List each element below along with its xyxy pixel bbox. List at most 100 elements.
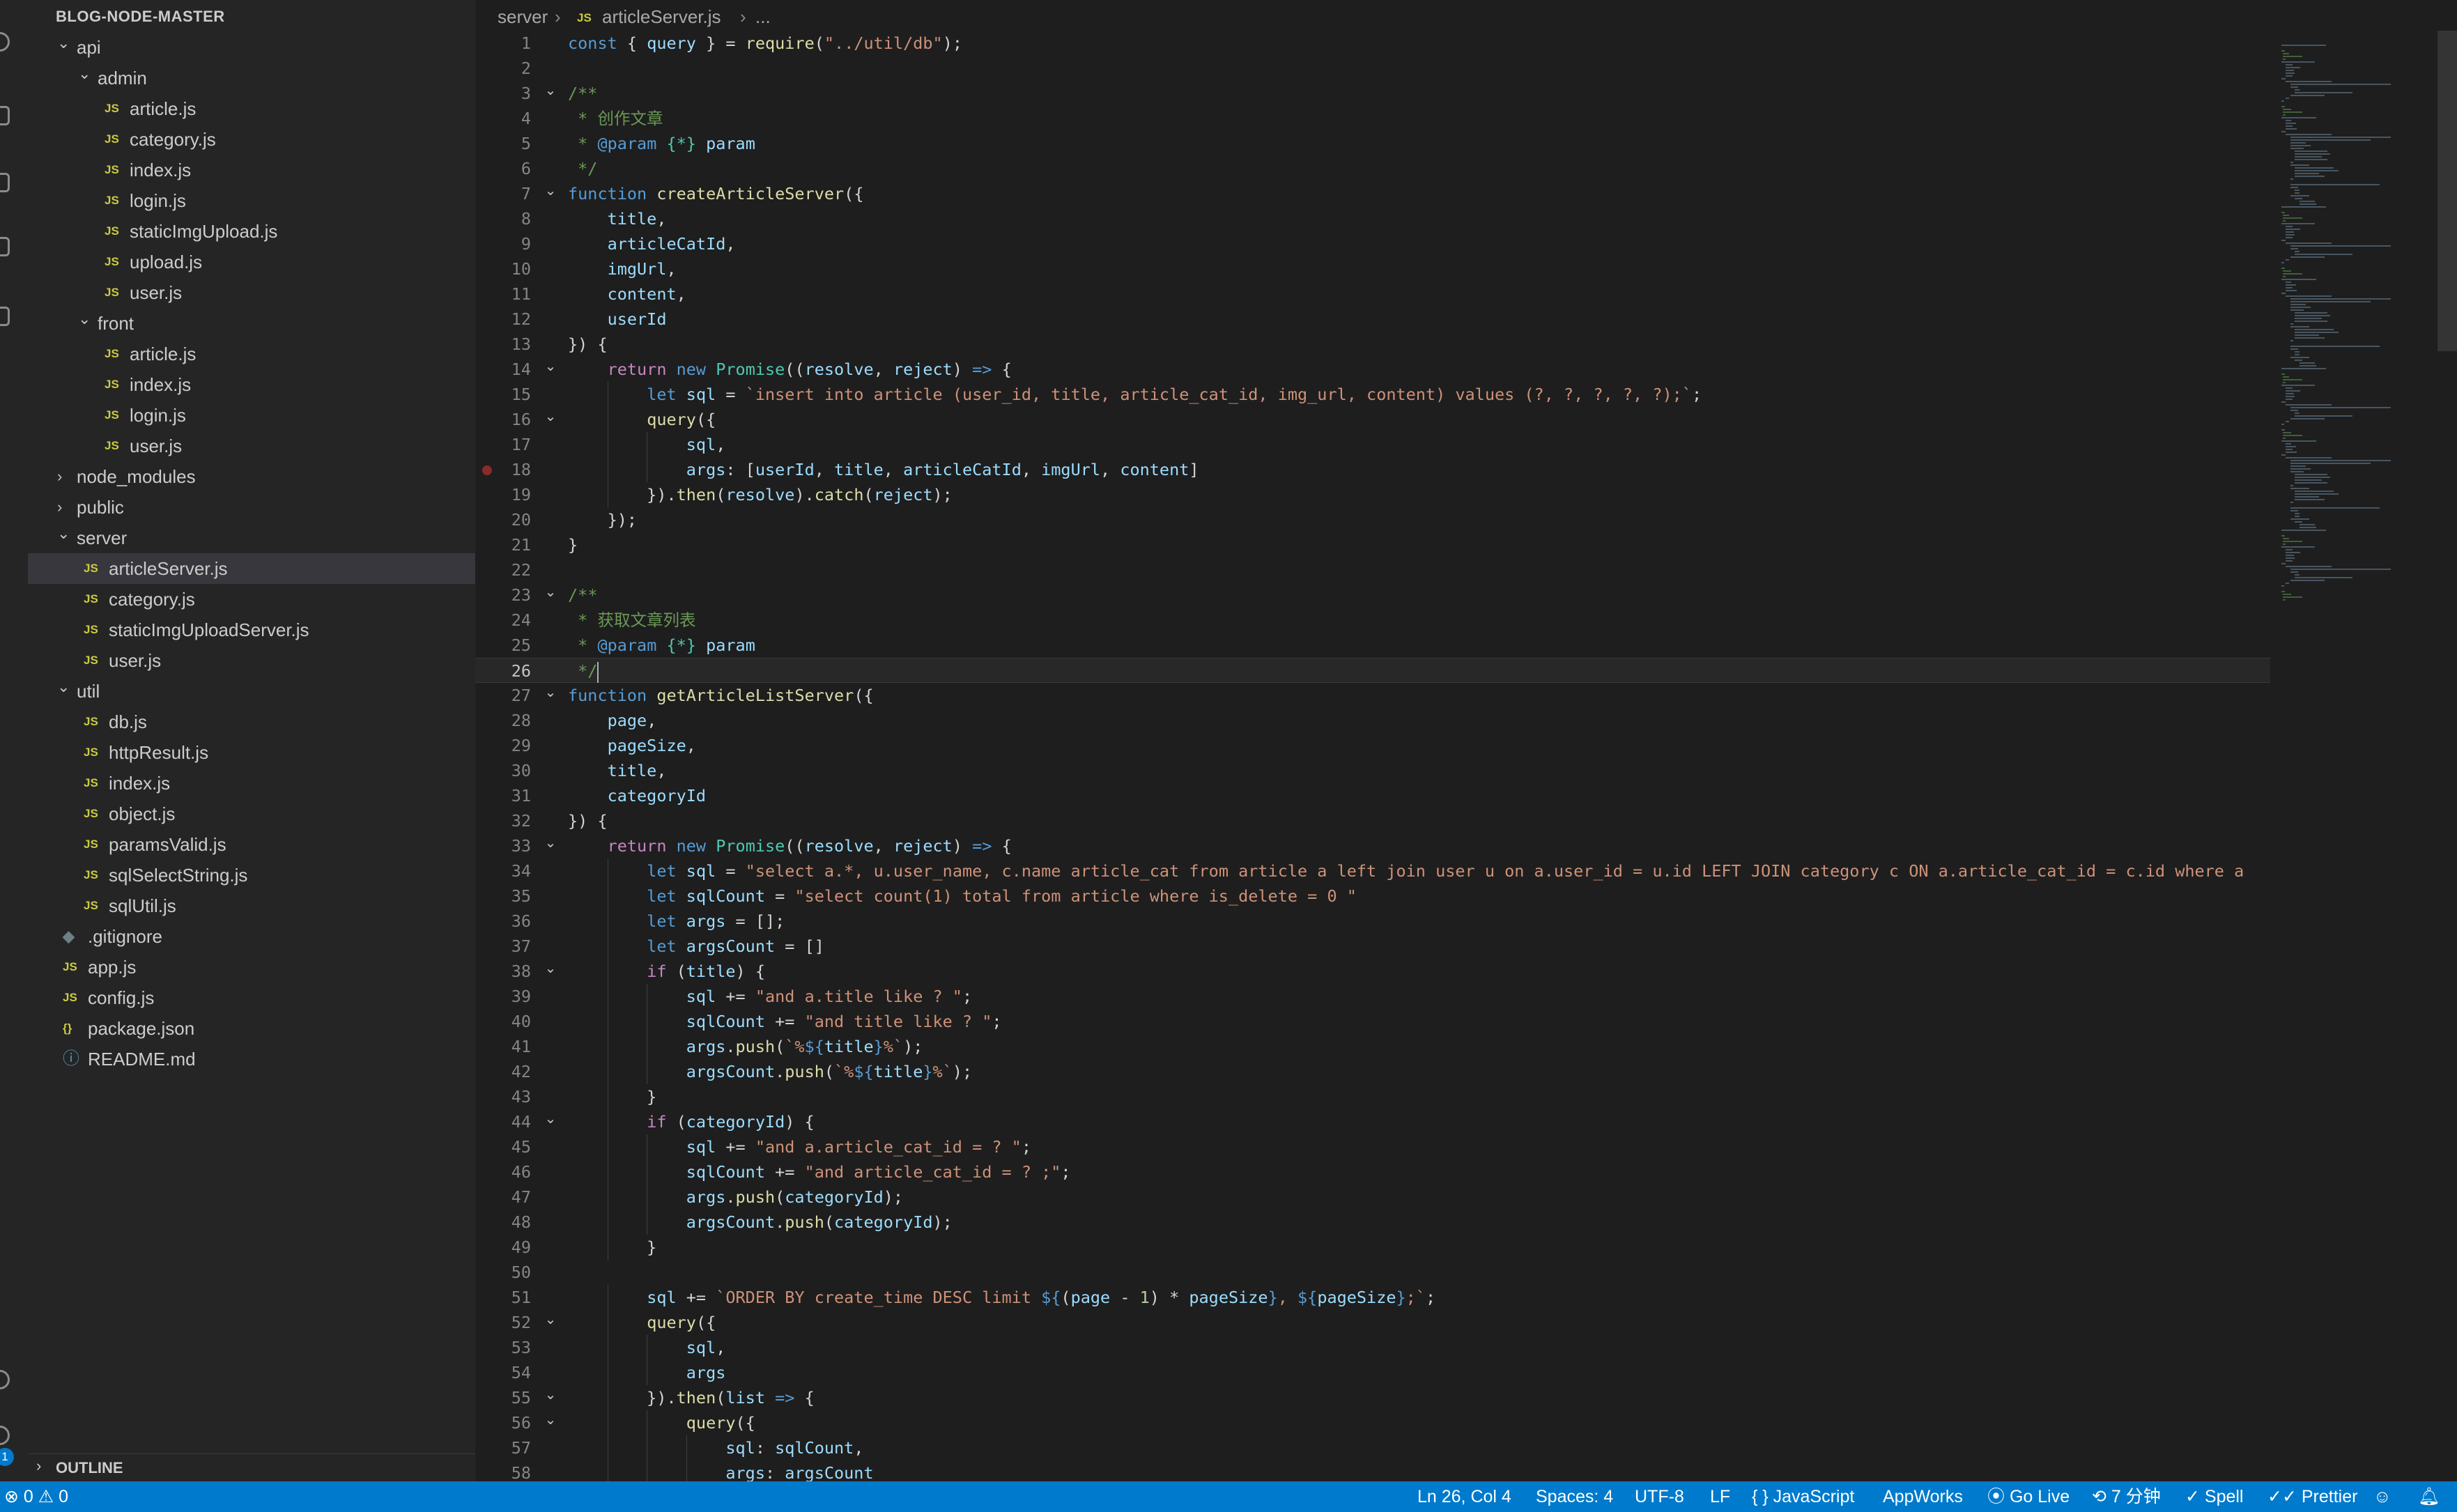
code-line[interactable]: 27 ⌄ function getArticleListServer({ xyxy=(475,683,2270,708)
file-item[interactable]: JS article.js xyxy=(28,339,475,369)
file-item[interactable]: JS category.js xyxy=(28,124,475,155)
language-mode[interactable]: { } JavaScript xyxy=(1752,1481,1854,1512)
file-item[interactable]: JS staticImgUploadServer.js xyxy=(28,615,475,645)
breadcrumb-symbols[interactable]: ... xyxy=(755,0,771,33)
code-line[interactable]: 56 ⌄ query({ xyxy=(475,1410,2270,1435)
file-item[interactable]: JS app.js xyxy=(28,952,475,982)
folder-item[interactable]: ⌄ util xyxy=(28,676,475,707)
code-line[interactable]: 34 let sql = "select a.*, u.user_name, c… xyxy=(475,858,2270,884)
file-item[interactable]: JS paramsValid.js xyxy=(28,829,475,860)
outline-section[interactable]: › OUTLINE xyxy=(28,1453,475,1481)
code-line[interactable]: 41 args.push(`%${title}%`); xyxy=(475,1034,2270,1059)
breadcrumb-folder[interactable]: server xyxy=(498,0,548,33)
file-item[interactable]: JS user.js xyxy=(28,277,475,308)
fold-chevron-icon[interactable]: ⌄ xyxy=(542,1306,559,1332)
fold-chevron-icon[interactable]: ⌄ xyxy=(542,77,559,102)
code-line[interactable]: 1 const { query } = require("../util/db")… xyxy=(475,31,2270,56)
code-line[interactable]: 58 args: argsCount xyxy=(475,1460,2270,1481)
code-line[interactable]: 24 * 获取文章列表 xyxy=(475,608,2270,633)
run-debug-icon[interactable] xyxy=(0,237,10,256)
code-line[interactable]: 50 xyxy=(475,1260,2270,1285)
code-line[interactable]: 51 sql += `ORDER BY create_time DESC lim… xyxy=(475,1285,2270,1310)
file-item[interactable]: JS upload.js xyxy=(28,247,475,277)
code-line[interactable]: 21} xyxy=(475,532,2270,557)
code-line[interactable]: 13}) { xyxy=(475,332,2270,357)
file-item[interactable]: JS index.js xyxy=(28,155,475,185)
breadcrumb-file[interactable]: articleServer.js xyxy=(602,0,721,33)
code-line[interactable]: 26 */ xyxy=(475,658,2270,683)
folder-item[interactable]: ⌄ api xyxy=(28,32,475,63)
folder-item[interactable]: ⌄ admin xyxy=(28,63,475,93)
code-line[interactable]: 22 xyxy=(475,557,2270,583)
file-item[interactable]: JS login.js xyxy=(28,400,475,431)
file-item[interactable]: JS sqlUtil.js xyxy=(28,890,475,921)
file-item[interactable]: {} package.json xyxy=(28,1013,475,1044)
file-item[interactable]: JS object.js xyxy=(28,799,475,829)
file-item[interactable]: JS login.js xyxy=(28,185,475,216)
fold-chevron-icon[interactable]: ⌄ xyxy=(542,1106,559,1131)
file-item[interactable]: JS user.js xyxy=(28,431,475,461)
file-item[interactable]: JS db.js xyxy=(28,707,475,737)
fold-chevron-icon[interactable]: ⌄ xyxy=(542,679,559,704)
code-line[interactable]: 11 content, xyxy=(475,281,2270,307)
file-item[interactable]: JS article.js xyxy=(28,93,475,124)
code-line[interactable]: 54 args xyxy=(475,1360,2270,1385)
code-line[interactable]: 16 ⌄ query({ xyxy=(475,407,2270,432)
problems-indicator[interactable]: ⊗ 0 ⚠ 0 xyxy=(4,1481,68,1512)
eol-setting[interactable]: LF xyxy=(1710,1481,1730,1512)
scrollbar-slider[interactable] xyxy=(2437,31,2457,351)
source-control-icon[interactable] xyxy=(0,173,10,192)
explorer-title[interactable]: BLOG-NODE-MASTER xyxy=(56,4,225,29)
fold-chevron-icon[interactable]: ⌄ xyxy=(542,579,559,604)
code-area[interactable]: 1 const { query } = require("../util/db")… xyxy=(475,31,2270,1481)
folder-item[interactable]: › public xyxy=(28,492,475,523)
code-line[interactable]: 6 */ xyxy=(475,156,2270,181)
explorer-icon[interactable] xyxy=(0,32,10,52)
code-line[interactable]: 52 ⌄ query({ xyxy=(475,1310,2270,1335)
code-line[interactable]: 32}) { xyxy=(475,808,2270,833)
extensions-icon[interactable] xyxy=(0,307,10,326)
code-line[interactable]: 37 let argsCount = [] xyxy=(475,934,2270,959)
code-line[interactable]: 19 }).then(resolve).catch(reject); xyxy=(475,482,2270,507)
code-line[interactable]: 35 let sqlCount = "select count(1) total… xyxy=(475,884,2270,909)
fold-chevron-icon[interactable]: ⌄ xyxy=(542,1407,559,1432)
code-line[interactable]: 14 ⌄ return new Promise((resolve, reject)… xyxy=(475,357,2270,382)
file-item[interactable]: ◆ .gitignore xyxy=(28,921,475,952)
file-item[interactable]: JS staticImgUpload.js xyxy=(28,216,475,247)
fold-chevron-icon[interactable]: ⌄ xyxy=(542,353,559,378)
code-line[interactable]: 18 args: [userId, title, articleCatId, i… xyxy=(475,457,2270,482)
fold-chevron-icon[interactable]: ⌄ xyxy=(542,955,559,980)
code-line[interactable]: 12 userId xyxy=(475,307,2270,332)
code-line[interactable]: 4 * 创作文章 xyxy=(475,106,2270,131)
code-line[interactable]: 31 categoryId xyxy=(475,783,2270,808)
code-line[interactable]: 42 argsCount.push(`%${title}%`); xyxy=(475,1059,2270,1084)
folder-item[interactable]: › node_modules xyxy=(28,461,475,492)
spell-check-button[interactable]: ✓ Spell xyxy=(2185,1481,2243,1512)
code-line[interactable]: 45 sql += "and a.article_cat_id = ? "; xyxy=(475,1134,2270,1159)
bell-icon[interactable]: 🔔︎ xyxy=(2418,1481,2440,1512)
code-line[interactable]: 25 * @param {*} param xyxy=(475,633,2270,658)
code-line[interactable]: 20 }); xyxy=(475,507,2270,532)
code-line[interactable]: 46 sqlCount += "and article_cat_id = ? ;… xyxy=(475,1159,2270,1185)
code-line[interactable]: 3 ⌄/** xyxy=(475,81,2270,106)
code-line[interactable]: 38 ⌄ if (title) { xyxy=(475,959,2270,984)
code-line[interactable]: 49 } xyxy=(475,1235,2270,1260)
code-line[interactable]: 15 let sql = `insert into article (user_… xyxy=(475,382,2270,407)
code-line[interactable]: 2 xyxy=(475,56,2270,81)
file-item[interactable]: JS index.js xyxy=(28,369,475,400)
search-icon[interactable] xyxy=(0,106,10,125)
code-line[interactable]: 53 sql, xyxy=(475,1335,2270,1360)
fold-chevron-icon[interactable]: ⌄ xyxy=(542,178,559,203)
code-line[interactable]: 55 ⌄ }).then(list => { xyxy=(475,1385,2270,1410)
code-line[interactable]: 39 sql += "and a.title like ? "; xyxy=(475,984,2270,1009)
minimap[interactable] xyxy=(2270,31,2437,1481)
feedback-icon[interactable]: ☺ xyxy=(2373,1481,2391,1512)
prettier-button[interactable]: ✓✓ Prettier xyxy=(2267,1481,2357,1512)
code-line[interactable]: 29 pageSize, xyxy=(475,733,2270,758)
go-live-button[interactable]: ⦿ Go Live xyxy=(1987,1481,2070,1512)
code-line[interactable]: 57 sql: sqlCount, xyxy=(475,1435,2270,1460)
code-line[interactable]: 33 ⌄ return new Promise((resolve, reject)… xyxy=(475,833,2270,858)
code-line[interactable]: 5 * @param {*} param xyxy=(475,131,2270,156)
code-line[interactable]: 44 ⌄ if (categoryId) { xyxy=(475,1109,2270,1134)
code-line[interactable]: 36 let args = []; xyxy=(475,909,2270,934)
